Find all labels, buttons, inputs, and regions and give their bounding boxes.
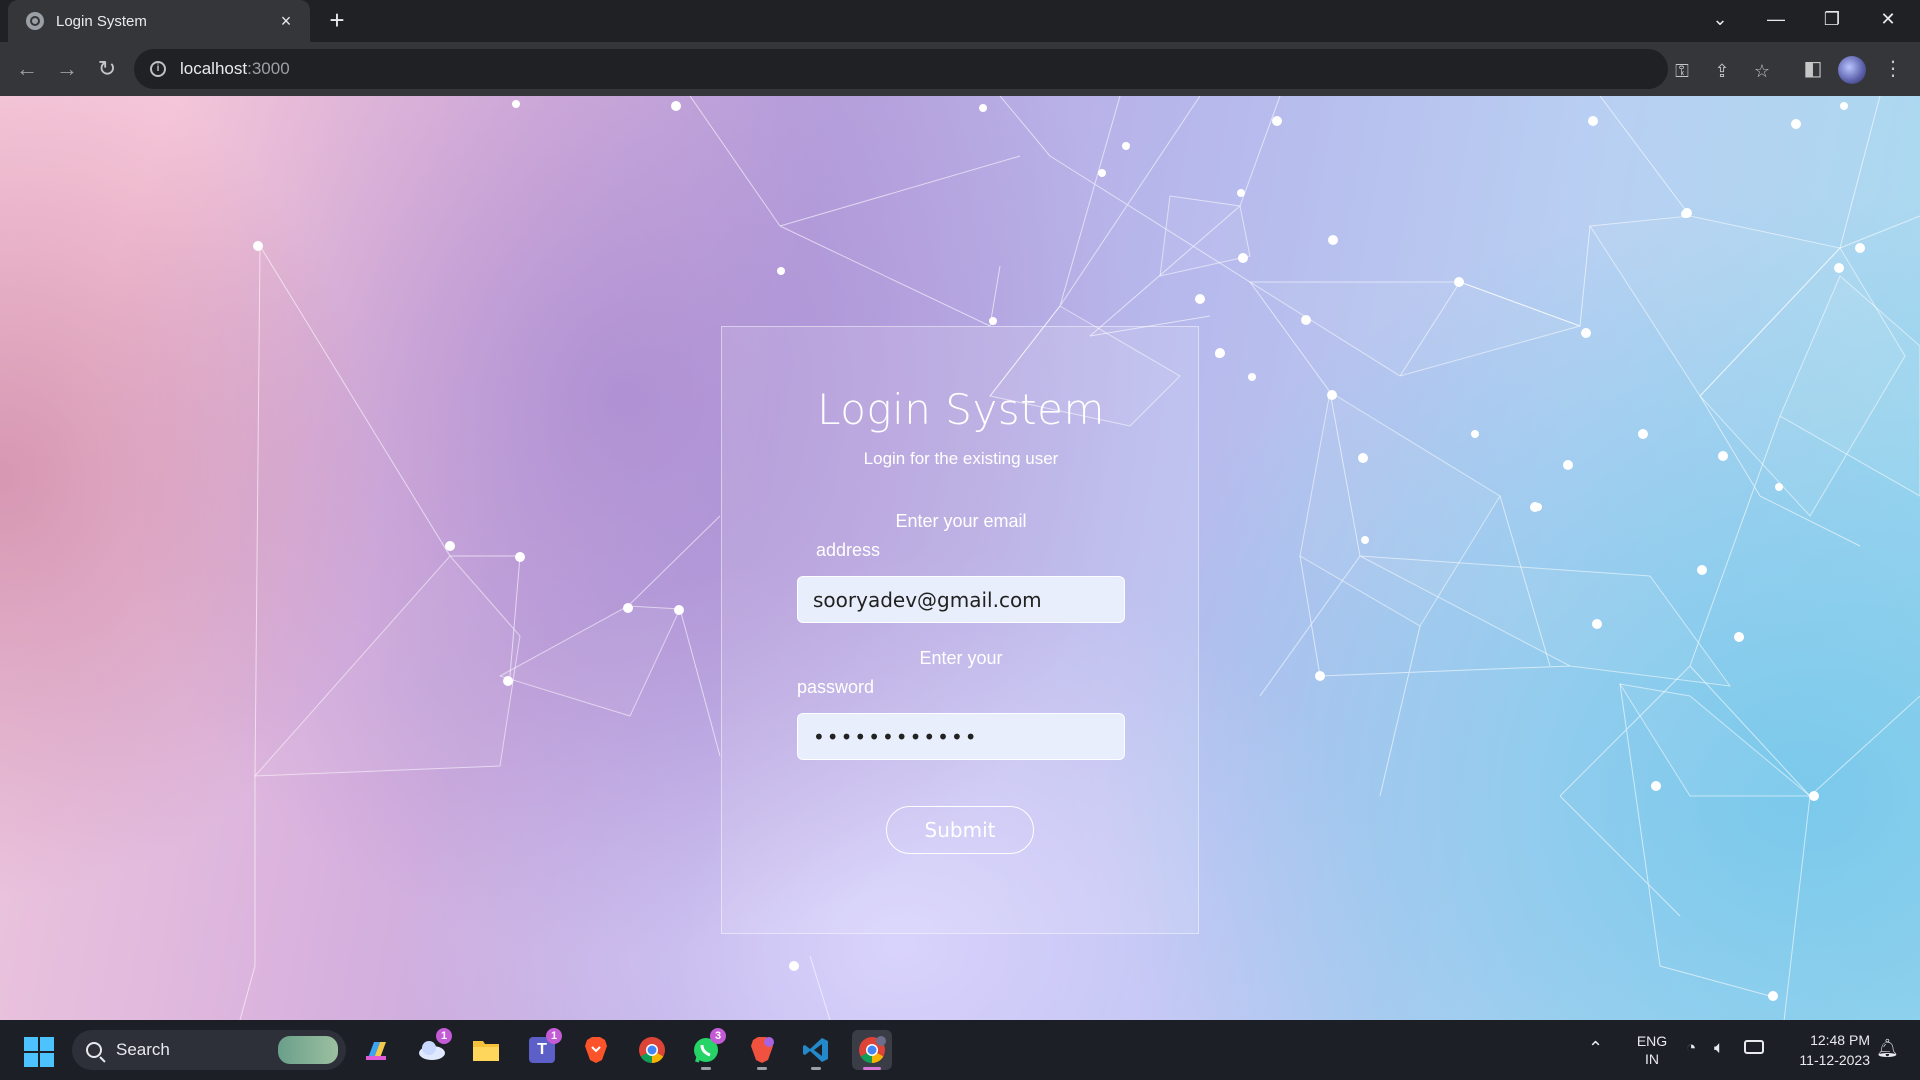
- search-icon: [86, 1042, 102, 1058]
- show-hidden-icons-chevron-icon[interactable]: ⌃: [1588, 1038, 1603, 1059]
- bookmark-star-icon[interactable]: ☆: [1750, 59, 1774, 83]
- browser-toolbar: ← → ↻ i localhost:3000 ⚿ ⇪ ☆ ◧ ⋮: [0, 42, 1920, 96]
- running-indicator: [811, 1067, 821, 1070]
- language-line2: IN: [1645, 1051, 1659, 1067]
- windows-start-icon[interactable]: [24, 1037, 54, 1067]
- site-info-icon[interactable]: i: [150, 61, 166, 77]
- language-line1: ENG: [1636, 1033, 1668, 1049]
- profile-avatar[interactable]: [1838, 56, 1866, 84]
- login-card: Login System Login for the existing user…: [721, 326, 1199, 934]
- volume-icon[interactable]: 🔈︎: [1714, 1038, 1724, 1058]
- url-host: localhost: [180, 59, 248, 78]
- brave-beta-icon[interactable]: [742, 1030, 782, 1070]
- running-indicator: [701, 1067, 711, 1070]
- whatsapp-badge: 3: [710, 1028, 726, 1044]
- copilot-icon[interactable]: [356, 1030, 396, 1070]
- close-tab-icon[interactable]: ×: [276, 11, 296, 32]
- language-indicator[interactable]: ENG IN: [1630, 1032, 1674, 1068]
- login-title: Login System: [817, 385, 1105, 434]
- weather-badge: 1: [436, 1028, 452, 1044]
- email-label-line2: address: [816, 540, 881, 560]
- teams-icon[interactable]: T 1: [522, 1028, 562, 1070]
- search-highlight-image: [278, 1036, 338, 1064]
- battery-icon[interactable]: [1744, 1040, 1764, 1054]
- chrome-icon[interactable]: [632, 1030, 672, 1070]
- key-icon[interactable]: ⚿: [1670, 59, 1694, 83]
- menu-icon[interactable]: ⋮: [1878, 54, 1908, 84]
- weather-icon[interactable]: 1: [412, 1028, 452, 1070]
- minimize-icon[interactable]: —: [1748, 0, 1804, 40]
- tab-search-icon[interactable]: ⌄: [1692, 0, 1748, 40]
- notification-bell-icon[interactable]: 🔔︎: [1876, 1038, 1899, 1059]
- side-panel-icon[interactable]: ◧: [1798, 54, 1828, 84]
- file-explorer-icon[interactable]: [466, 1030, 506, 1070]
- tab-strip: Login System × + ⌄ — ❐ ✕: [0, 0, 1920, 42]
- clock-time: 12:48 PM: [1810, 1032, 1870, 1048]
- reload-icon[interactable]: ↻: [90, 52, 124, 86]
- clock-date: 11-12-2023: [1799, 1052, 1870, 1068]
- login-subtitle: Login for the existing user: [863, 449, 1059, 468]
- tab-title: Login System: [56, 12, 147, 30]
- email-label-line1: Enter your email: [895, 511, 1027, 531]
- back-icon[interactable]: ←: [10, 52, 44, 86]
- running-indicator: [757, 1067, 767, 1070]
- share-icon[interactable]: ⇪: [1710, 59, 1734, 83]
- url-port: :3000: [247, 59, 290, 78]
- teams-badge: 1: [546, 1028, 562, 1044]
- taskbar: Search 1 T 1 3 ⌃ ENG IN ◔ 🔈︎ 12:48 PM 11…: [0, 1020, 1920, 1080]
- whatsapp-icon[interactable]: 3: [686, 1028, 726, 1070]
- forward-icon[interactable]: →: [50, 52, 84, 86]
- restore-icon[interactable]: ❐: [1804, 0, 1860, 40]
- browser-tab[interactable]: Login System ×: [8, 0, 310, 42]
- password-field[interactable]: [797, 713, 1125, 760]
- password-label-line2: password: [797, 677, 875, 697]
- vscode-icon[interactable]: [796, 1030, 836, 1070]
- search-placeholder: Search: [116, 1040, 170, 1059]
- address-bar[interactable]: i localhost:3000 ⚿ ⇪ ☆: [134, 49, 1770, 89]
- new-tab-button[interactable]: +: [322, 6, 352, 36]
- email-field[interactable]: [797, 576, 1125, 623]
- password-label-line1: Enter your: [919, 648, 1003, 668]
- active-indicator: [863, 1067, 881, 1070]
- close-window-icon[interactable]: ✕: [1860, 0, 1916, 40]
- page-background: Login System Login for the existing user…: [0, 96, 1920, 1020]
- brave-icon[interactable]: [576, 1030, 616, 1070]
- taskbar-search[interactable]: Search: [72, 1030, 346, 1070]
- submit-button[interactable]: Submit: [886, 806, 1034, 854]
- clock[interactable]: 12:48 PM 11-12-2023: [1778, 1030, 1870, 1070]
- globe-icon: [26, 12, 44, 30]
- wifi-icon[interactable]: ◔: [1686, 1038, 1696, 1058]
- chrome-dev-icon[interactable]: [852, 1030, 892, 1070]
